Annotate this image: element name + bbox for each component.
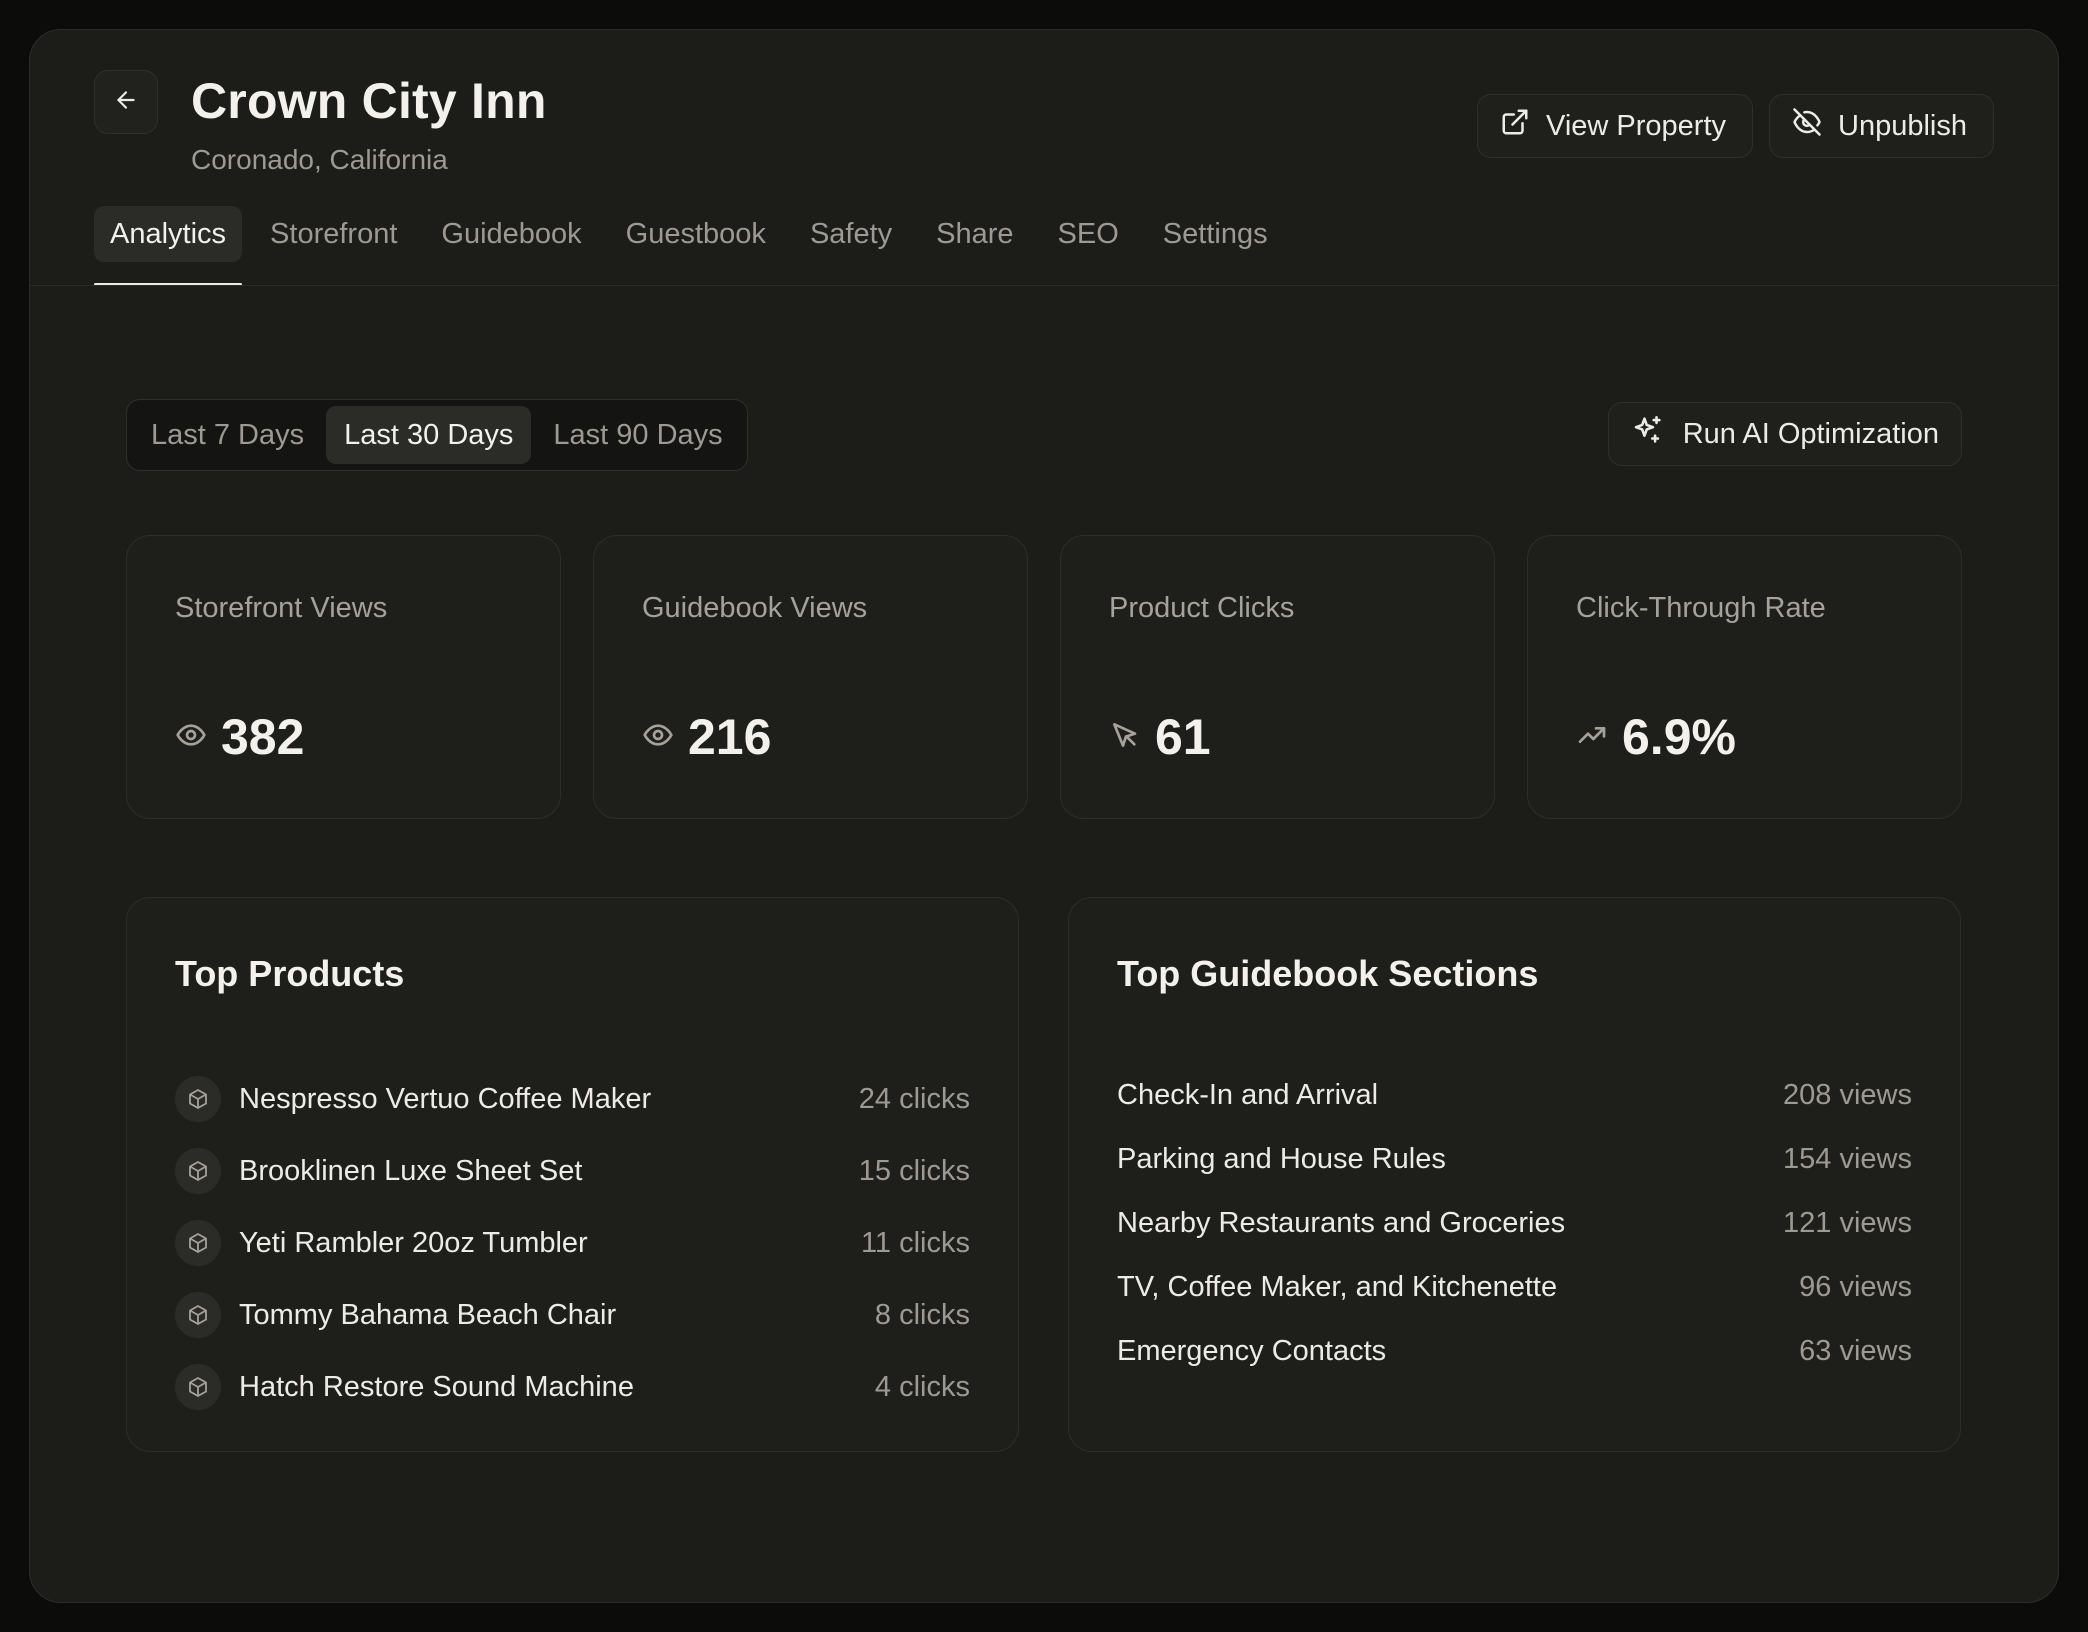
- product-clicks: 8 clicks: [874, 1298, 970, 1331]
- top-guidebook-sections-list: Check-In and Arrival 208 views Parking a…: [1117, 1063, 1912, 1383]
- top-products-list: Nespresso Vertuo Coffee Maker 24 clicks …: [175, 1063, 970, 1423]
- list-item[interactable]: Hatch Restore Sound Machine 4 clicks: [175, 1351, 970, 1423]
- stat-card-guidebook-views: Guidebook Views 216: [593, 535, 1028, 819]
- section-views: 154 views: [1783, 1142, 1912, 1175]
- cursor-click-icon: [1109, 719, 1141, 756]
- sparkles-icon: [1631, 413, 1665, 455]
- tab-guidebook[interactable]: Guidebook: [425, 206, 597, 262]
- section-name: TV, Coffee Maker, and Kitchenette: [1117, 1270, 1558, 1303]
- stat-value: 216: [688, 709, 772, 765]
- tab-divider: [30, 285, 2058, 286]
- stat-value: 6.9%: [1622, 709, 1736, 765]
- product-clicks: 4 clicks: [874, 1370, 970, 1403]
- unpublish-button[interactable]: Unpublish: [1769, 94, 1994, 158]
- section-name: Nearby Restaurants and Groceries: [1117, 1206, 1566, 1239]
- property-panel: Crown City Inn Coronado, California View…: [29, 29, 2059, 1603]
- list-item[interactable]: Emergency Contacts 63 views: [1117, 1319, 1912, 1383]
- stat-card-product-clicks: Product Clicks 61: [1060, 535, 1495, 819]
- range-last-90-days[interactable]: Last 90 Days: [535, 406, 740, 464]
- product-name: Brooklinen Luxe Sheet Set: [239, 1154, 583, 1187]
- eye-icon: [175, 719, 207, 756]
- tab-safety[interactable]: Safety: [794, 206, 908, 262]
- tab-storefront[interactable]: Storefront: [254, 206, 413, 262]
- range-last-7-days[interactable]: Last 7 Days: [133, 406, 322, 464]
- run-ai-optimization-label: Run AI Optimization: [1682, 417, 1939, 450]
- tab-settings[interactable]: Settings: [1147, 206, 1284, 262]
- eye-off-icon: [1792, 107, 1822, 145]
- section-name: Check-In and Arrival: [1117, 1078, 1379, 1111]
- section-name: Parking and House Rules: [1117, 1142, 1446, 1175]
- list-item[interactable]: Check-In and Arrival 208 views: [1117, 1063, 1912, 1127]
- stats-row: Storefront Views 382 Guidebook Views 216: [126, 535, 1962, 819]
- view-property-button[interactable]: View Property: [1477, 94, 1754, 158]
- stat-card-storefront-views: Storefront Views 382: [126, 535, 561, 819]
- product-clicks: 11 clicks: [860, 1226, 970, 1259]
- product-name: Yeti Rambler 20oz Tumbler: [239, 1226, 588, 1259]
- list-item[interactable]: TV, Coffee Maker, and Kitchenette 96 vie…: [1117, 1255, 1912, 1319]
- range-last-30-days[interactable]: Last 30 Days: [326, 406, 532, 464]
- tab-analytics[interactable]: Analytics: [94, 206, 243, 286]
- top-products-title: Top Products: [175, 953, 405, 994]
- section-views: 96 views: [1799, 1270, 1912, 1303]
- stat-value-row: 382: [175, 708, 304, 766]
- package-icon: [175, 1292, 221, 1338]
- stat-label: Click-Through Rate: [1576, 592, 1826, 624]
- trending-up-icon: [1576, 719, 1608, 756]
- product-name: Hatch Restore Sound Machine: [239, 1370, 634, 1403]
- stat-value: 61: [1155, 709, 1211, 765]
- view-property-label: View Property: [1546, 109, 1727, 142]
- section-views: 121 views: [1783, 1206, 1912, 1239]
- arrow-left-icon: [113, 87, 139, 118]
- stat-label: Storefront Views: [175, 592, 388, 624]
- tab-share[interactable]: Share: [920, 206, 1029, 262]
- list-item[interactable]: Yeti Rambler 20oz Tumbler 11 clicks: [175, 1207, 970, 1279]
- section-name: Emergency Contacts: [1117, 1334, 1387, 1367]
- list-item[interactable]: Tommy Bahama Beach Chair 8 clicks: [175, 1279, 970, 1351]
- list-item[interactable]: Parking and House Rules 154 views: [1117, 1127, 1912, 1191]
- package-icon: [175, 1148, 221, 1194]
- stat-value-row: 6.9%: [1576, 708, 1736, 766]
- list-item[interactable]: Brooklinen Luxe Sheet Set 15 clicks: [175, 1135, 970, 1207]
- product-name: Nespresso Vertuo Coffee Maker: [239, 1082, 652, 1115]
- eye-icon: [642, 719, 674, 756]
- page-subtitle: Coronado, California: [191, 144, 448, 175]
- page-title: Crown City Inn: [191, 73, 547, 129]
- stat-label: Guidebook Views: [642, 592, 868, 624]
- product-clicks: 15 clicks: [858, 1154, 970, 1187]
- stat-value: 382: [221, 709, 305, 765]
- stat-card-click-through-rate: Click-Through Rate 6.9%: [1527, 535, 1962, 819]
- back-button[interactable]: [94, 70, 158, 134]
- top-guidebook-sections-title: Top Guidebook Sections: [1117, 953, 1539, 994]
- package-icon: [175, 1220, 221, 1266]
- section-views: 208 views: [1783, 1078, 1912, 1111]
- date-range-selector: Last 7 Days Last 30 Days Last 90 Days: [126, 399, 748, 471]
- tab-bar: Analytics Storefront Guidebook Guestbook…: [94, 206, 1284, 286]
- package-icon: [175, 1076, 221, 1122]
- unpublish-label: Unpublish: [1838, 109, 1967, 142]
- header-actions: View Property Unpublish: [1477, 94, 1994, 158]
- tab-seo[interactable]: SEO: [1042, 206, 1135, 262]
- list-item[interactable]: Nespresso Vertuo Coffee Maker 24 clicks: [175, 1063, 970, 1135]
- product-clicks: 24 clicks: [858, 1082, 970, 1115]
- top-products-card: Top Products Nespresso Vertuo Coffee Mak…: [126, 897, 1019, 1452]
- stat-value-row: 216: [642, 708, 771, 766]
- run-ai-optimization-button[interactable]: Run AI Optimization: [1607, 402, 1962, 466]
- tab-guestbook[interactable]: Guestbook: [610, 206, 782, 262]
- stat-value-row: 61: [1109, 708, 1211, 766]
- package-icon: [175, 1364, 221, 1410]
- list-item[interactable]: Nearby Restaurants and Groceries 121 vie…: [1117, 1191, 1912, 1255]
- product-name: Tommy Bahama Beach Chair: [239, 1298, 617, 1331]
- top-guidebook-sections-card: Top Guidebook Sections Check-In and Arri…: [1068, 897, 1961, 1452]
- stat-label: Product Clicks: [1109, 592, 1295, 624]
- external-link-icon: [1500, 107, 1530, 145]
- section-views: 63 views: [1799, 1334, 1912, 1367]
